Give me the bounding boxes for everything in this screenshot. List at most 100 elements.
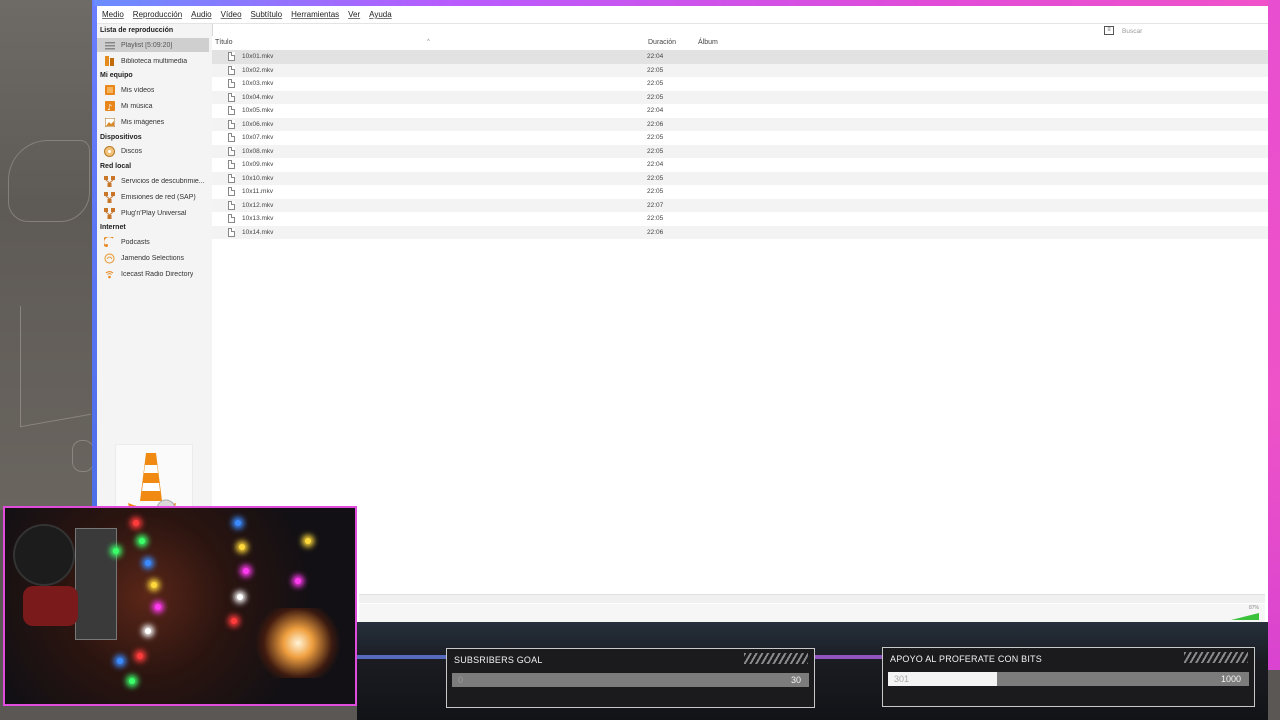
string-light [235, 520, 241, 526]
sidebar-item-discovery-services[interactable]: Servicios de descubrimie... [97, 174, 209, 188]
disc-icon [104, 145, 115, 157]
wall-sketch [20, 293, 91, 428]
file-icon [228, 214, 235, 223]
sidebar-item-discs[interactable]: Discos [97, 144, 209, 158]
sidebar-item-my-images[interactable]: Mis imágenes [97, 115, 209, 129]
video-folder-icon [104, 85, 115, 95]
row-duration: 22:05 [647, 66, 664, 74]
sidebar-header-playlist: Lista de reproducción [100, 27, 174, 34]
sidebar-item-upnp[interactable]: Plug'n'Play Universal [97, 206, 209, 220]
volume-bar[interactable] [1231, 613, 1259, 620]
sidebar-item-podcasts[interactable]: Podcasts [97, 235, 209, 249]
string-light [145, 560, 151, 566]
row-title: 10x13.mkv [242, 215, 274, 222]
menu-subtitle[interactable]: Subtítulo [251, 10, 283, 19]
row-duration: 22:05 [647, 215, 664, 222]
file-icon [228, 146, 235, 156]
row-duration: 22:06 [647, 120, 664, 128]
row-duration: 22:06 [647, 228, 664, 236]
playlist-row[interactable]: 10x14.mkv 22:06 [212, 225, 1268, 239]
row-title: 10x05.mkv [242, 107, 274, 114]
sidebar-item-my-videos[interactable]: Mis vídeos [97, 83, 209, 97]
background-wall [0, 0, 96, 510]
menu-media[interactable]: Medio [102, 10, 124, 19]
webcam-feed [3, 506, 357, 706]
network-icon [104, 207, 115, 219]
menu-audio[interactable]: Audio [191, 10, 211, 19]
string-light [137, 653, 143, 659]
sidebar-item-media-library[interactable]: Biblioteca multimedia [97, 54, 209, 68]
webcam-pillow [23, 586, 78, 626]
row-title: 10x08.mkv [242, 147, 274, 155]
overlay-frame-right [1268, 0, 1280, 670]
sidebar-item-icecast[interactable]: Icecast Radio Directory [97, 267, 209, 281]
row-duration: 22:05 [647, 80, 664, 87]
playlist-row[interactable]: 10x11.mkv 22:05 [212, 185, 1268, 199]
playlist-row[interactable]: 10x08.mkv 22:05 [212, 144, 1268, 158]
volume-control[interactable]: 87% [1227, 605, 1259, 620]
row-duration: 22:04 [647, 53, 664, 60]
horizontal-scrollbar[interactable] [359, 594, 1265, 603]
row-title: 10x07.mkv [242, 134, 274, 141]
sidebar-header-local-network: Red local [100, 163, 132, 170]
playlist-icon [104, 40, 115, 50]
menu-bar: Medio Reproducción Audio Vídeo Subtítulo… [97, 6, 1268, 24]
radio-icon [104, 269, 115, 279]
goal-current: 301 [894, 674, 910, 684]
file-icon [228, 187, 235, 196]
wall-sketch [8, 140, 90, 222]
playlist-row[interactable]: 10x05.mkv 22:04 [212, 104, 1268, 118]
webcam-wall-clock [13, 524, 75, 586]
row-title: 10x01.mkv [242, 53, 274, 60]
row-duration: 22:05 [647, 147, 664, 155]
menu-view[interactable]: Ver [348, 10, 360, 19]
svg-text:♪: ♪ [107, 103, 112, 111]
column-title[interactable]: Título [215, 39, 233, 46]
image-icon [104, 117, 115, 127]
string-light [231, 618, 237, 624]
sidebar-item-my-music[interactable]: ♪ Mi música [97, 99, 209, 113]
jamendo-icon [104, 252, 115, 264]
row-title: 10x09.mkv [242, 161, 274, 168]
row-duration: 22:04 [647, 107, 664, 114]
string-light [113, 548, 119, 554]
file-icon [228, 160, 235, 169]
file-icon [228, 92, 235, 102]
column-duration[interactable]: Duración [648, 39, 676, 46]
file-icon [228, 79, 235, 88]
goal-decoration [744, 653, 808, 664]
playlist-row[interactable]: 10x07.mkv 22:05 [212, 131, 1268, 145]
bits-goal-widget: APOYO AL PROFERATE CON BITS 301 1000 [882, 647, 1255, 707]
playlist-row[interactable]: 10x03.mkv 22:05 [212, 77, 1268, 91]
webcam-door [75, 528, 117, 640]
sidebar-header-internet: Internet [100, 224, 126, 231]
playlist-row[interactable]: 10x10.mkv 22:05 [212, 171, 1268, 185]
file-icon [228, 52, 235, 61]
menu-video[interactable]: Vídeo [221, 10, 242, 19]
network-icon [104, 175, 115, 187]
row-title: 10x06.mkv [242, 120, 274, 128]
sidebar-item-jamendo[interactable]: Jamendo Selections [97, 251, 209, 265]
file-icon [228, 106, 235, 115]
goal-target: 1000 [1220, 674, 1241, 684]
menu-help[interactable]: Ayuda [369, 10, 392, 19]
playlist-row[interactable]: 10x04.mkv 22:05 [212, 90, 1268, 104]
sidebar-item-sap[interactable]: Emisiones de red (SAP) [97, 190, 209, 204]
string-light [117, 658, 123, 664]
playlist-row[interactable]: 10x13.mkv 22:05 [212, 212, 1268, 226]
playlist-row[interactable]: 10x09.mkv 22:04 [212, 158, 1268, 172]
playlist-row[interactable]: 10x12.mkv 22:07 [212, 198, 1268, 212]
menu-playback[interactable]: Reproducción [133, 10, 182, 19]
playlist-row[interactable]: 10x01.mkv 22:04 [212, 50, 1268, 64]
file-icon [228, 119, 235, 129]
string-light [237, 594, 243, 600]
music-icon: ♪ [104, 101, 115, 111]
menu-tools[interactable]: Herramientas [291, 10, 339, 19]
neon-line [815, 655, 883, 659]
sidebar-item-playlist[interactable]: Playlist [5:09:20] [97, 38, 209, 52]
goal-decoration [1184, 652, 1248, 663]
playlist-row[interactable]: 10x06.mkv 22:06 [212, 117, 1268, 131]
list-view-icon[interactable]: ≡ [1104, 26, 1114, 35]
column-album[interactable]: Álbum [698, 39, 718, 46]
playlist-row[interactable]: 10x02.mkv 22:05 [212, 63, 1268, 77]
